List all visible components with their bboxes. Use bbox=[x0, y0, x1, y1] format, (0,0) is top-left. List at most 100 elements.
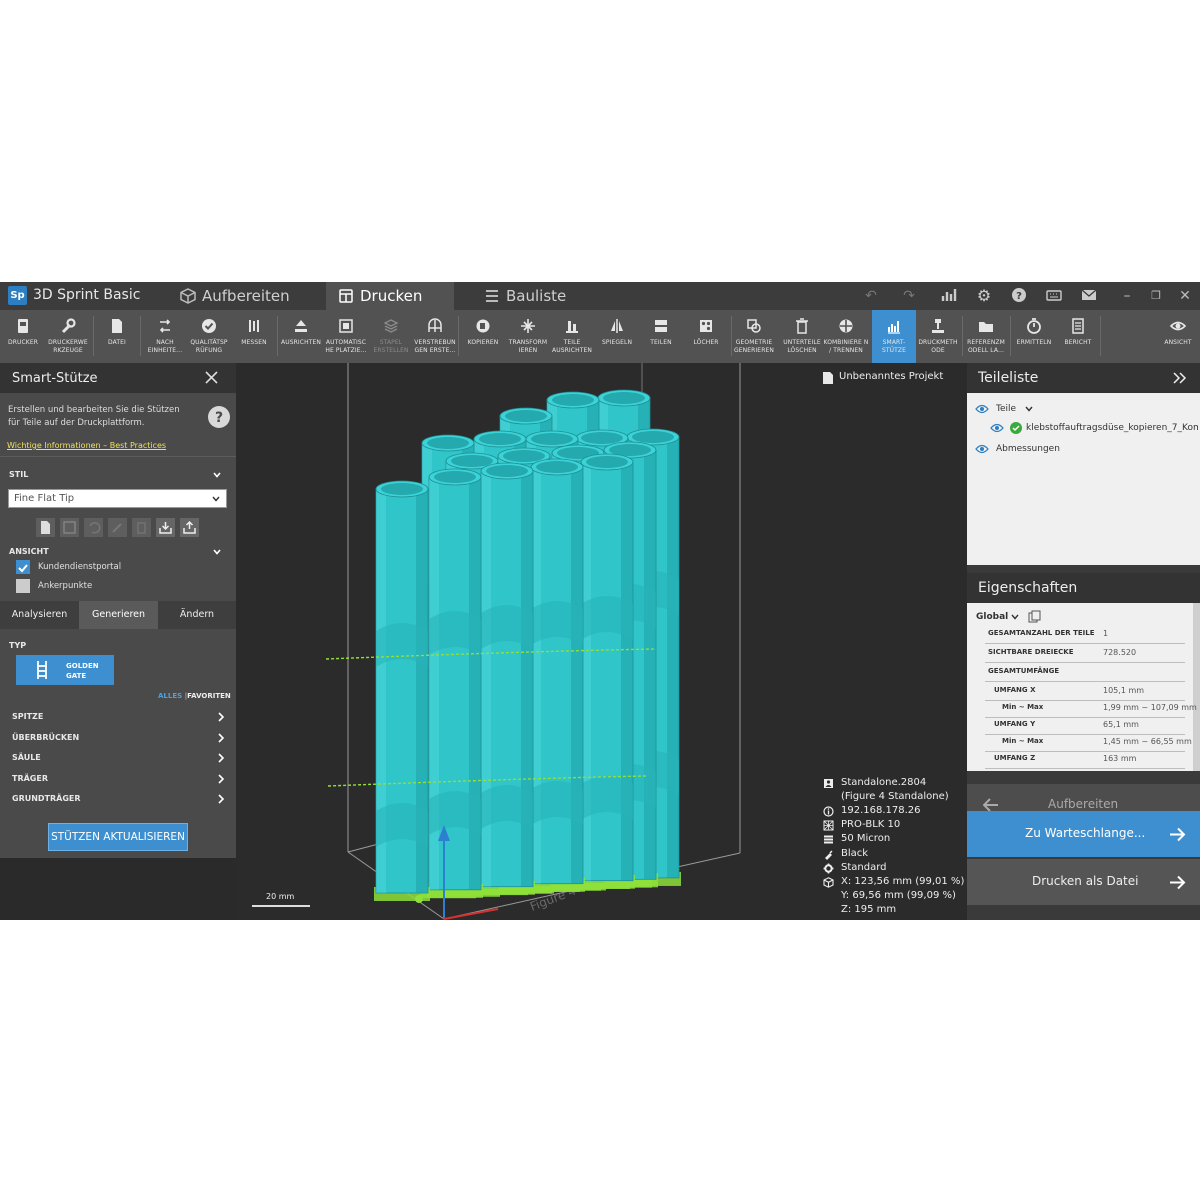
ribbon-button-print-method[interactable]: DRUCKMETH ODE bbox=[915, 310, 961, 363]
ribbon-button-folder[interactable]: REFERENZM ODELL LA... bbox=[963, 310, 1009, 363]
tab-aufbereiten[interactable]: Aufbereiten bbox=[168, 282, 308, 310]
ribbon-button-file[interactable]: DATEI bbox=[94, 310, 140, 363]
tab-generieren[interactable]: Generieren bbox=[79, 601, 158, 629]
chart-icon[interactable] bbox=[940, 287, 958, 305]
ribbon-button-stack[interactable]: STAPEL ERSTELLEN bbox=[368, 310, 414, 363]
help-icon[interactable]: ? bbox=[208, 406, 230, 428]
tree-label: klebstoffauftragsdüse_kopieren_7_Kom bbox=[1026, 423, 1198, 433]
import-icon[interactable] bbox=[156, 518, 175, 537]
checkbox-label: Ankerpunkte bbox=[38, 581, 93, 591]
ribbon-button-transform[interactable]: TRANSFORM IEREN bbox=[505, 310, 551, 363]
help-icon[interactable]: ? bbox=[1010, 287, 1028, 305]
section-row-4[interactable]: TRÄGER bbox=[12, 774, 227, 790]
ribbon-button-wrench[interactable]: DRUCKERWE RKZEUGE bbox=[45, 310, 91, 363]
mail-icon[interactable] bbox=[1080, 287, 1098, 305]
align-icon bbox=[566, 321, 578, 333]
filter-all[interactable]: ALLES bbox=[158, 692, 182, 700]
ribbon-label: VERSTREBUN GEN ERSTE... bbox=[414, 339, 456, 354]
tab-bauliste[interactable]: Bauliste bbox=[472, 282, 602, 310]
eye-icon[interactable] bbox=[975, 404, 989, 414]
chevron-down-icon[interactable] bbox=[213, 548, 221, 556]
info-line: Y: 69,56 mm (99,09 %) bbox=[841, 889, 956, 901]
ribbon-button-check[interactable]: QUALITÄTSP RÜFUNG bbox=[186, 310, 232, 363]
close-icon[interactable]: ✕ bbox=[1176, 287, 1194, 305]
ribbon-button-report[interactable]: BERICHT bbox=[1055, 310, 1101, 363]
tab-analysieren[interactable]: Analysieren bbox=[0, 601, 79, 629]
update-supports-button[interactable]: STÜTZEN AKTUALISIEREN bbox=[48, 823, 188, 851]
best-practices-link[interactable]: Wichtige Informationen – Best Practices bbox=[7, 441, 166, 450]
section-row-2[interactable]: ÜBERBRÜCKEN bbox=[12, 733, 227, 749]
restore-icon[interactable]: ❐ bbox=[1147, 287, 1165, 305]
ribbon-button-mirror[interactable]: SPIEGELN bbox=[594, 310, 640, 363]
edit-icon[interactable] bbox=[108, 518, 127, 537]
ribbon-button-autoplace[interactable]: AUTOMATISC HE PLATZIE... bbox=[323, 310, 369, 363]
printer-icon bbox=[824, 779, 833, 788]
ribbon-button-align[interactable]: TEILE AUSRICHTEN bbox=[549, 310, 595, 363]
eye-icon[interactable] bbox=[990, 423, 1004, 433]
ribbon-label: NACH EINHEITE... bbox=[147, 339, 183, 354]
new-file-icon[interactable] bbox=[36, 518, 55, 537]
eye-icon[interactable] bbox=[975, 444, 989, 454]
undo-icon[interactable] bbox=[84, 518, 103, 537]
global-label[interactable]: Global bbox=[976, 612, 1008, 622]
delete-icon[interactable] bbox=[132, 518, 151, 537]
section-row-5[interactable]: GRUNDTRÄGER bbox=[12, 794, 227, 810]
scrollbar[interactable] bbox=[1193, 603, 1200, 771]
gear-icon[interactable]: ⚙ bbox=[975, 287, 993, 305]
info-line: 50 Micron bbox=[841, 833, 891, 845]
redo-icon[interactable]: ↷ bbox=[900, 287, 918, 305]
ribbon-button-printer[interactable]: DRUCKER bbox=[0, 310, 46, 363]
tab-drucken[interactable]: Drucken bbox=[326, 282, 454, 310]
golden-gate-button[interactable]: GOLDEN GATE bbox=[16, 655, 114, 685]
3d-viewport[interactable]: Figure 4 Standalone Unbenanntes Projekt … bbox=[236, 363, 967, 920]
chevron-down-icon[interactable] bbox=[213, 471, 221, 479]
property-key: SICHTBARE DREIECKE bbox=[988, 648, 1074, 656]
copy-icon[interactable] bbox=[1028, 610, 1041, 623]
ribbon-button-units[interactable]: NACH EINHEITE... bbox=[142, 310, 188, 363]
style-select[interactable]: Fine Flat Tip bbox=[8, 489, 227, 508]
delete-icon bbox=[796, 318, 808, 334]
section-row-1[interactable]: SPITZE bbox=[12, 712, 227, 728]
copy-icon bbox=[476, 319, 490, 333]
print-as-file-button[interactable]: Drucken als Datei bbox=[967, 859, 1200, 905]
ribbon-button-delete[interactable]: UNTERTEILE LÖSCHEN bbox=[779, 310, 825, 363]
ribbon-button-copy[interactable]: KOPIEREN bbox=[460, 310, 506, 363]
keyboard-icon[interactable] bbox=[1045, 287, 1063, 305]
collapse-panel-icon[interactable] bbox=[1173, 372, 1187, 384]
ribbon-button-orient[interactable]: AUSRICHTEN bbox=[278, 310, 324, 363]
ribbon-button-strut[interactable]: VERSTREBUN GEN ERSTE... bbox=[412, 310, 458, 363]
chevron-down-icon[interactable] bbox=[1011, 614, 1019, 620]
tab-aendern[interactable]: Ändern bbox=[158, 601, 236, 629]
cube-icon bbox=[180, 288, 196, 304]
part-hole bbox=[381, 483, 423, 495]
ribbon-button-eye[interactable]: ANSICHT bbox=[1155, 310, 1200, 363]
ribbon-button-smart-support[interactable]: SMART- STÜTZE bbox=[872, 310, 916, 363]
split-icon bbox=[655, 320, 667, 332]
color-icon bbox=[825, 849, 833, 860]
minimize-icon[interactable]: – bbox=[1118, 287, 1136, 305]
chevron-down-icon bbox=[212, 496, 220, 502]
ribbon-button-split[interactable]: TEILEN bbox=[638, 310, 684, 363]
filter-favorites[interactable]: FAVORITEN bbox=[187, 692, 231, 700]
kundendienstportal-checkbox[interactable] bbox=[16, 560, 30, 574]
ribbon-button-measure[interactable]: MESSEN bbox=[231, 310, 277, 363]
save-icon[interactable] bbox=[60, 518, 79, 537]
ribbon-button-holes[interactable]: LÖCHER bbox=[683, 310, 729, 363]
undo-icon[interactable]: ↶ bbox=[862, 287, 880, 305]
queue-button[interactable]: Zu Warteschlange... bbox=[967, 811, 1200, 857]
report-icon bbox=[1072, 318, 1084, 334]
ribbon-label: DATEI bbox=[108, 339, 126, 346]
export-icon[interactable] bbox=[180, 518, 199, 537]
part-shadow bbox=[644, 450, 656, 880]
ribbon-button-geometry[interactable]: GEOMETRIE GENERIEREN bbox=[731, 310, 777, 363]
ribbon-button-combine[interactable]: KOMBINIERE N / TRENNEN bbox=[823, 310, 869, 363]
support-toolbar bbox=[36, 518, 204, 537]
ribbon-button-estimate[interactable]: ERMITTELN bbox=[1011, 310, 1057, 363]
file-icon bbox=[112, 319, 122, 333]
ankerpunkte-checkbox[interactable] bbox=[16, 579, 30, 593]
close-icon[interactable] bbox=[205, 371, 218, 384]
transform-icon bbox=[521, 319, 535, 333]
chevron-down-icon[interactable] bbox=[1025, 406, 1033, 412]
section-row-3[interactable]: SÄULE bbox=[12, 753, 227, 769]
part-hole bbox=[503, 450, 545, 462]
